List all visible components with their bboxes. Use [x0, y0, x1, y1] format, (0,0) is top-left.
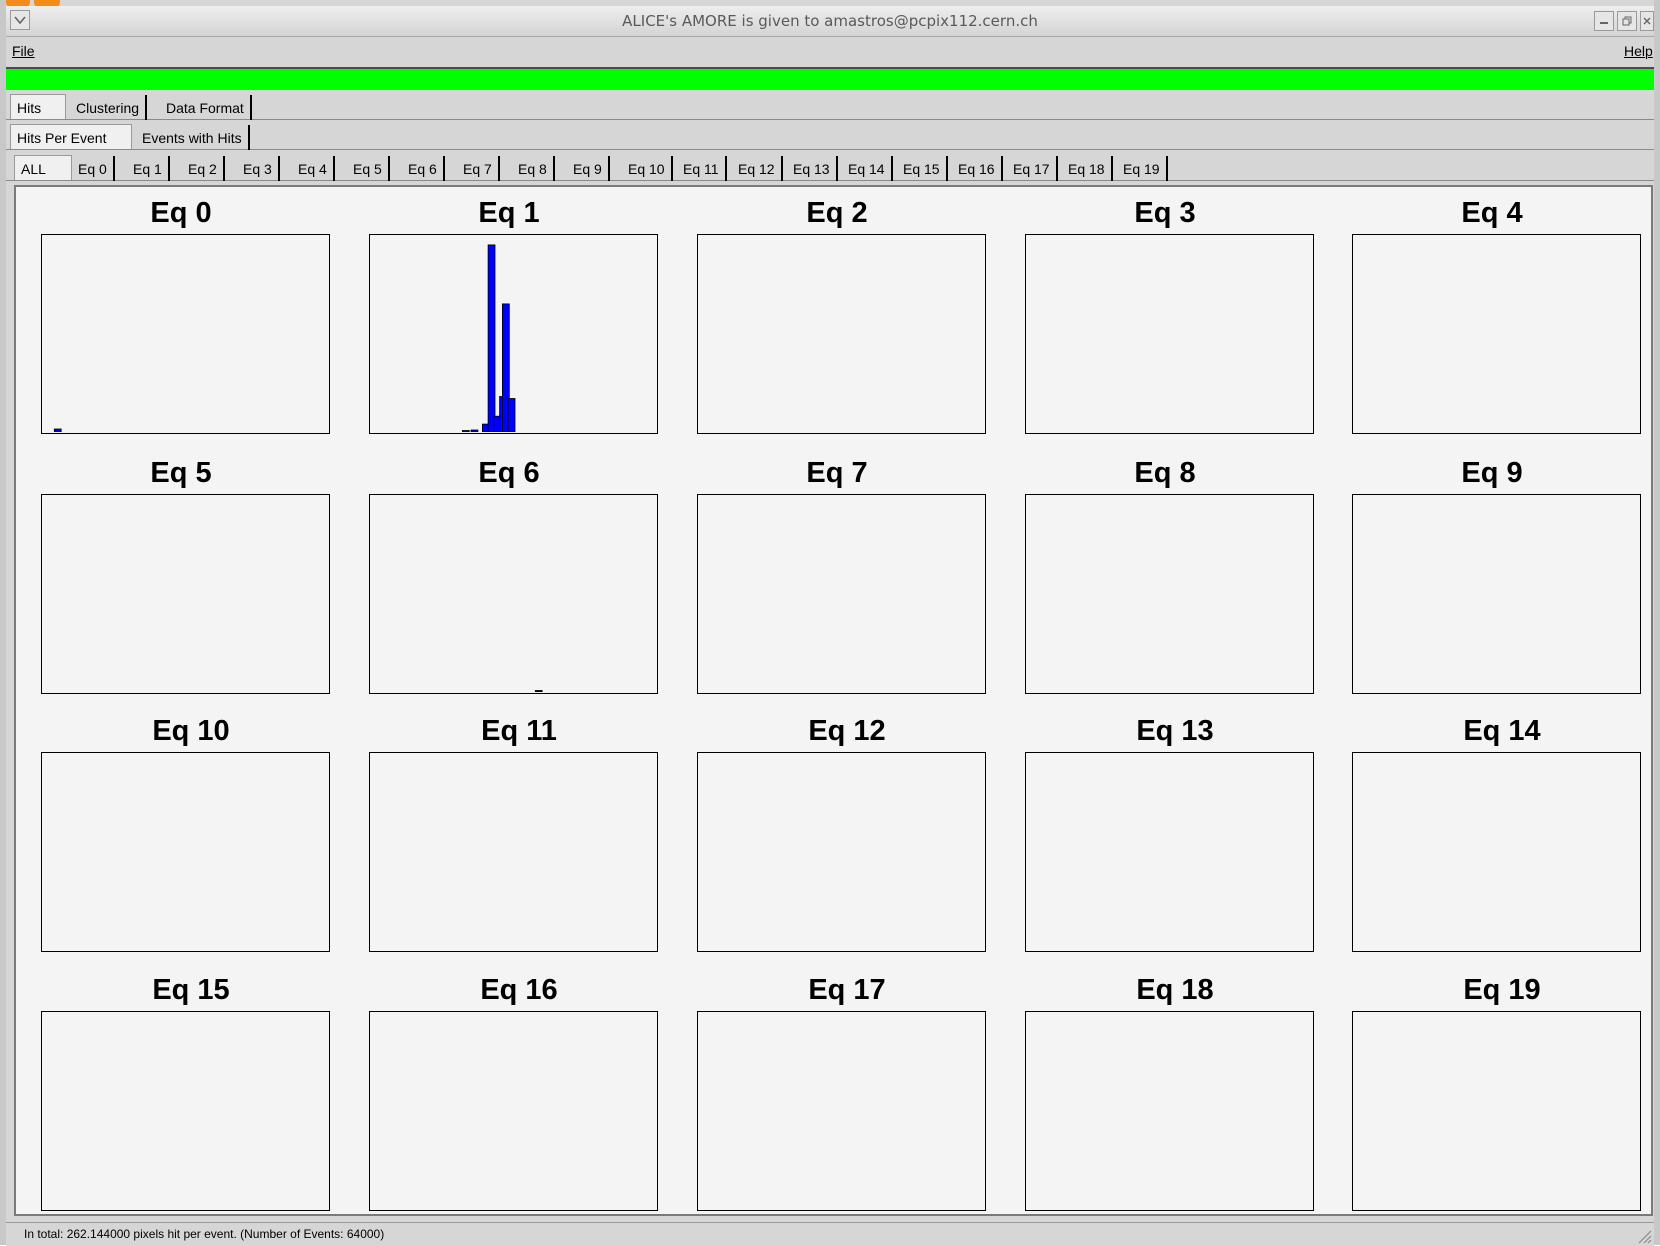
plot-title: Eq 0 [150, 197, 212, 229]
plot-title: Eq 18 [1136, 974, 1214, 1006]
tab-eq-7[interactable]: Eq 7 [457, 156, 500, 181]
plot-title: Eq 16 [480, 974, 558, 1006]
plot-title: Eq 19 [1463, 974, 1541, 1006]
histogram-eq-5[interactable] [41, 494, 330, 694]
tab-eq-16[interactable]: Eq 16 [952, 156, 1003, 181]
tab-eq-4[interactable]: Eq 4 [292, 156, 335, 181]
histogram-bars [534, 690, 543, 692]
tab-eq-14[interactable]: Eq 14 [842, 156, 893, 181]
window-title: ALICE's AMORE is given to amastros@pcpix… [622, 12, 1038, 30]
tab-eq-15[interactable]: Eq 15 [897, 156, 948, 181]
application-window: ALICE's AMORE is given to amastros@pcpix… [0, 0, 1660, 1246]
menu-file[interactable]: File [12, 43, 35, 59]
tab-eq-1[interactable]: Eq 1 [127, 156, 170, 181]
histogram-eq-6[interactable] [369, 494, 658, 694]
tab-eq-11[interactable]: Eq 11 [677, 156, 727, 181]
tab-eq-8[interactable]: Eq 8 [512, 156, 555, 181]
plot-title: Eq 17 [808, 974, 886, 1006]
tab-all[interactable]: ALL [14, 155, 72, 180]
tab-eq-9[interactable]: Eq 9 [567, 156, 610, 181]
plot-title: Eq 10 [152, 715, 230, 747]
histogram-eq-8[interactable] [1025, 494, 1314, 694]
histogram-eq-9[interactable] [1352, 494, 1641, 694]
title-bar[interactable]: ALICE's AMORE is given to amastros@pcpix… [6, 6, 1654, 37]
histogram-eq-12[interactable] [697, 752, 986, 952]
tab-eq-6[interactable]: Eq 6 [402, 156, 445, 181]
histogram-eq-16[interactable] [369, 1011, 658, 1211]
histogram-eq-18[interactable] [1025, 1011, 1314, 1211]
main-tab-bar: Hits Clustering Data Format [6, 92, 1654, 120]
histogram-eq-4[interactable] [1352, 234, 1641, 434]
histogram-bars [462, 244, 516, 432]
tab-eq-5[interactable]: Eq 5 [347, 156, 390, 181]
plot-title: Eq 9 [1461, 457, 1523, 489]
plot-title: Eq 1 [478, 197, 540, 229]
tab-eq-13[interactable]: Eq 13 [787, 156, 838, 181]
histogram-bars [53, 428, 62, 432]
histogram-bar [534, 690, 543, 692]
tab-eq-3[interactable]: Eq 3 [237, 156, 280, 181]
histogram-panel: Eq 0 Eq 1 Eq 2 Eq 3 Eq 4 Eq 5 Eq 6 Eq 7 Eq 8 Eq 9… [14, 185, 1653, 1216]
plot-title: Eq 6 [478, 457, 540, 489]
plot-title: Eq 15 [152, 974, 230, 1006]
sub-tab-bar: Hits Per Event Events with Hits [6, 122, 1654, 150]
plot-title: Eq 11 [481, 715, 557, 747]
histogram-bar [462, 430, 470, 432]
tab-clustering[interactable]: Clustering [70, 95, 148, 120]
plot-title: Eq 7 [806, 457, 868, 489]
menu-bar: File Help [6, 37, 1654, 65]
menu-help[interactable]: Help [1624, 43, 1653, 59]
plot-title: Eq 13 [1136, 715, 1214, 747]
tab-eq-10[interactable]: Eq 10 [622, 156, 673, 181]
summary-text: In total: 262.144000 pixels hit per even… [24, 1227, 385, 1241]
plot-title: Eq 4 [1461, 197, 1523, 229]
tab-eq-2[interactable]: Eq 2 [182, 156, 225, 181]
tab-data-format[interactable]: Data Format [160, 95, 252, 120]
status-bar: In total: 262.144000 pixels hit per even… [6, 1222, 1654, 1246]
histogram-eq-2[interactable] [697, 234, 986, 434]
resize-grip-icon[interactable] [1634, 1226, 1652, 1244]
histogram-eq-0[interactable] [41, 234, 330, 434]
histogram-eq-10[interactable] [41, 752, 330, 952]
minimize-icon[interactable] [1594, 11, 1614, 31]
histogram-eq-7[interactable] [697, 494, 986, 694]
tab-eq-17[interactable]: Eq 17 [1007, 156, 1058, 181]
plot-title: Eq 5 [150, 457, 212, 489]
histogram-bar [53, 428, 62, 432]
plot-title: Eq 2 [806, 197, 868, 229]
restore-icon[interactable] [1617, 11, 1637, 31]
tab-events-with-hits[interactable]: Events with Hits [136, 125, 250, 150]
histogram-eq-13[interactable] [1025, 752, 1314, 952]
histogram-eq-1[interactable] [369, 234, 658, 434]
histogram-eq-11[interactable] [369, 752, 658, 952]
histogram-eq-3[interactable] [1025, 234, 1314, 434]
status-indicator-bar [6, 67, 1654, 90]
tab-hits[interactable]: Hits [10, 94, 66, 119]
tab-eq-0[interactable]: Eq 0 [72, 156, 115, 181]
plot-title: Eq 14 [1463, 715, 1541, 747]
plot-title: Eq 12 [808, 715, 886, 747]
histogram-bar [487, 244, 496, 432]
histogram-bar [470, 429, 479, 432]
plot-title: Eq 8 [1134, 457, 1196, 489]
histogram-eq-15[interactable] [41, 1011, 330, 1211]
tab-eq-12[interactable]: Eq 12 [732, 156, 783, 181]
plot-title: Eq 3 [1134, 197, 1196, 229]
histogram-eq-17[interactable] [697, 1011, 986, 1211]
histogram-eq-14[interactable] [1352, 752, 1641, 952]
tab-eq-18[interactable]: Eq 18 [1062, 156, 1113, 181]
tab-eq-19[interactable]: Eq 19 [1117, 156, 1168, 181]
tab-hits-per-event[interactable]: Hits Per Event [10, 124, 132, 149]
equipment-tab-bar: ALL Eq 0 Eq 1 Eq 2 Eq 3 Eq 4 Eq 5 Eq 6 Eq 7 Eq 8 E… [6, 153, 1654, 181]
histogram-eq-19[interactable] [1352, 1011, 1641, 1211]
close-icon[interactable] [1640, 11, 1654, 31]
histogram-bar [507, 398, 516, 432]
